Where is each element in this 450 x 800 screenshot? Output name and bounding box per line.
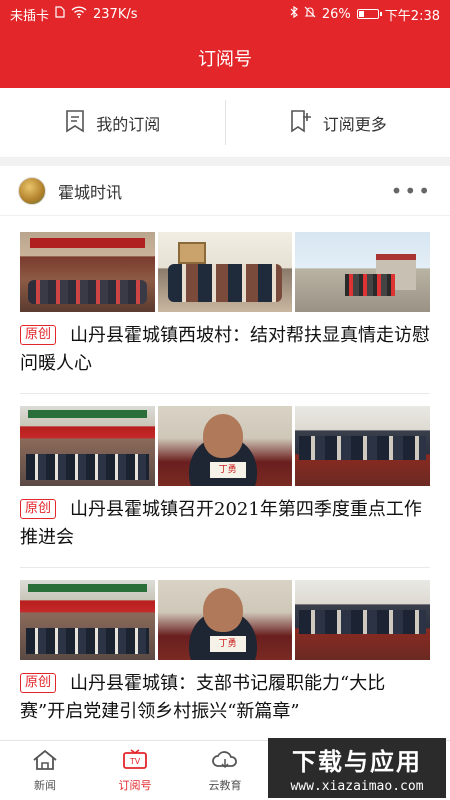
original-badge: 原创 xyxy=(20,673,57,693)
article-photos xyxy=(20,580,431,660)
nav-subscription[interactable]: TV 订阅号 xyxy=(90,741,180,800)
article-divider xyxy=(20,393,430,394)
watermark-url: www.xiazaimao.com xyxy=(290,779,424,794)
article-headline[interactable]: 原创 山丹县霍城镇：支部书记履职能力“大比赛”开启党建引领乡村振兴“新篇章” xyxy=(20,670,430,726)
article-card[interactable]: 原创山丹县霍城镇召开2021年第四季度重点工作推进会 xyxy=(0,406,450,552)
article-headline[interactable]: 原创 山丹县霍城镇西坡村：结对帮扶显真情走访慰问暖人心 xyxy=(20,322,430,378)
title-bar: 订阅号 xyxy=(0,28,450,88)
battery-percent: 26% xyxy=(321,6,351,22)
bookmark-add-icon xyxy=(289,109,313,137)
channel-header[interactable]: 霍城时讯 ••• xyxy=(0,166,450,216)
my-subscriptions-button[interactable]: 我的订阅 xyxy=(0,88,225,157)
article-photo xyxy=(295,406,431,486)
nav-subscription-label: 订阅号 xyxy=(118,778,152,792)
svg-text:TV: TV xyxy=(129,757,141,766)
battery-icon xyxy=(356,9,382,19)
bookmark-icon xyxy=(64,109,86,137)
article-photo xyxy=(157,406,293,486)
subscribe-more-label: 订阅更多 xyxy=(322,114,387,134)
watermark-title: 下载与应用 xyxy=(292,748,422,776)
article-photos xyxy=(20,232,431,312)
clock: 下午2:38 xyxy=(384,8,440,24)
article-title[interactable]: 山丹县霍城镇召开2021年第四季度重点工作推进会 xyxy=(20,499,422,548)
nav-news[interactable]: 新闻 xyxy=(0,741,90,800)
page-title: 订阅号 xyxy=(198,49,252,70)
subscription-tabs: 我的订阅 订阅更多 xyxy=(0,88,450,158)
watermark-logo: 下载与应用 www.xiazaimao.com xyxy=(268,738,446,798)
nav-cloud-education-label: 云教育 xyxy=(208,778,242,792)
my-subscriptions-label: 我的订阅 xyxy=(96,114,161,134)
wifi-icon xyxy=(71,6,87,22)
article-photo xyxy=(295,580,431,660)
channel-name[interactable]: 霍城时讯 xyxy=(58,179,122,203)
article-title[interactable]: 山丹县霍城镇西坡村：结对帮扶显真情走访慰问暖人心 xyxy=(20,325,430,374)
tv-icon: TV xyxy=(122,748,148,774)
article-photo xyxy=(295,232,431,312)
more-options-icon[interactable]: ••• xyxy=(391,179,432,203)
cloud-icon xyxy=(211,749,239,774)
article-title[interactable]: 山丹县霍城镇：支部书记履职能力“大比赛”开启党建引领乡村振兴“新篇章” xyxy=(20,673,385,722)
channel-avatar[interactable] xyxy=(18,176,46,205)
nav-cloud-education[interactable]: 云教育 xyxy=(180,741,270,800)
status-bar: 未插卡 237K/s 26% 下午2:38 xyxy=(0,0,450,28)
mute-icon xyxy=(304,6,316,22)
subscribe-more-button[interactable]: 订阅更多 xyxy=(226,88,450,157)
article-photo xyxy=(20,232,155,312)
article-photo xyxy=(157,232,293,312)
original-badge: 原创 xyxy=(20,499,57,519)
article-card[interactable]: 原创 山丹县霍城镇西坡村：结对帮扶显真情走访慰问暖人心 xyxy=(0,232,450,378)
bluetooth-icon xyxy=(290,5,298,22)
article-card[interactable]: 原创山丹县霍城镇：支部书记履职能力“大比赛”开启党建引领乡村振兴“新篇章” xyxy=(0,580,450,726)
article-headline[interactable]: 原创 山丹县霍城镇召开2021年第四季度重点工作推进会 xyxy=(20,496,430,552)
network-speed: 237K/s xyxy=(93,6,138,22)
battery-fill xyxy=(358,11,364,17)
sim-status: 未插卡 xyxy=(10,8,50,24)
home-icon xyxy=(32,749,58,774)
article-photo xyxy=(20,580,155,660)
section-gap xyxy=(0,158,450,166)
nav-news-label: 新闻 xyxy=(34,778,56,792)
original-badge: 原创 xyxy=(20,325,57,345)
sim-card-icon xyxy=(55,6,65,22)
article-divider xyxy=(20,567,430,568)
article-photo xyxy=(20,406,155,486)
article-photos xyxy=(20,406,431,486)
article-photo xyxy=(157,580,293,660)
